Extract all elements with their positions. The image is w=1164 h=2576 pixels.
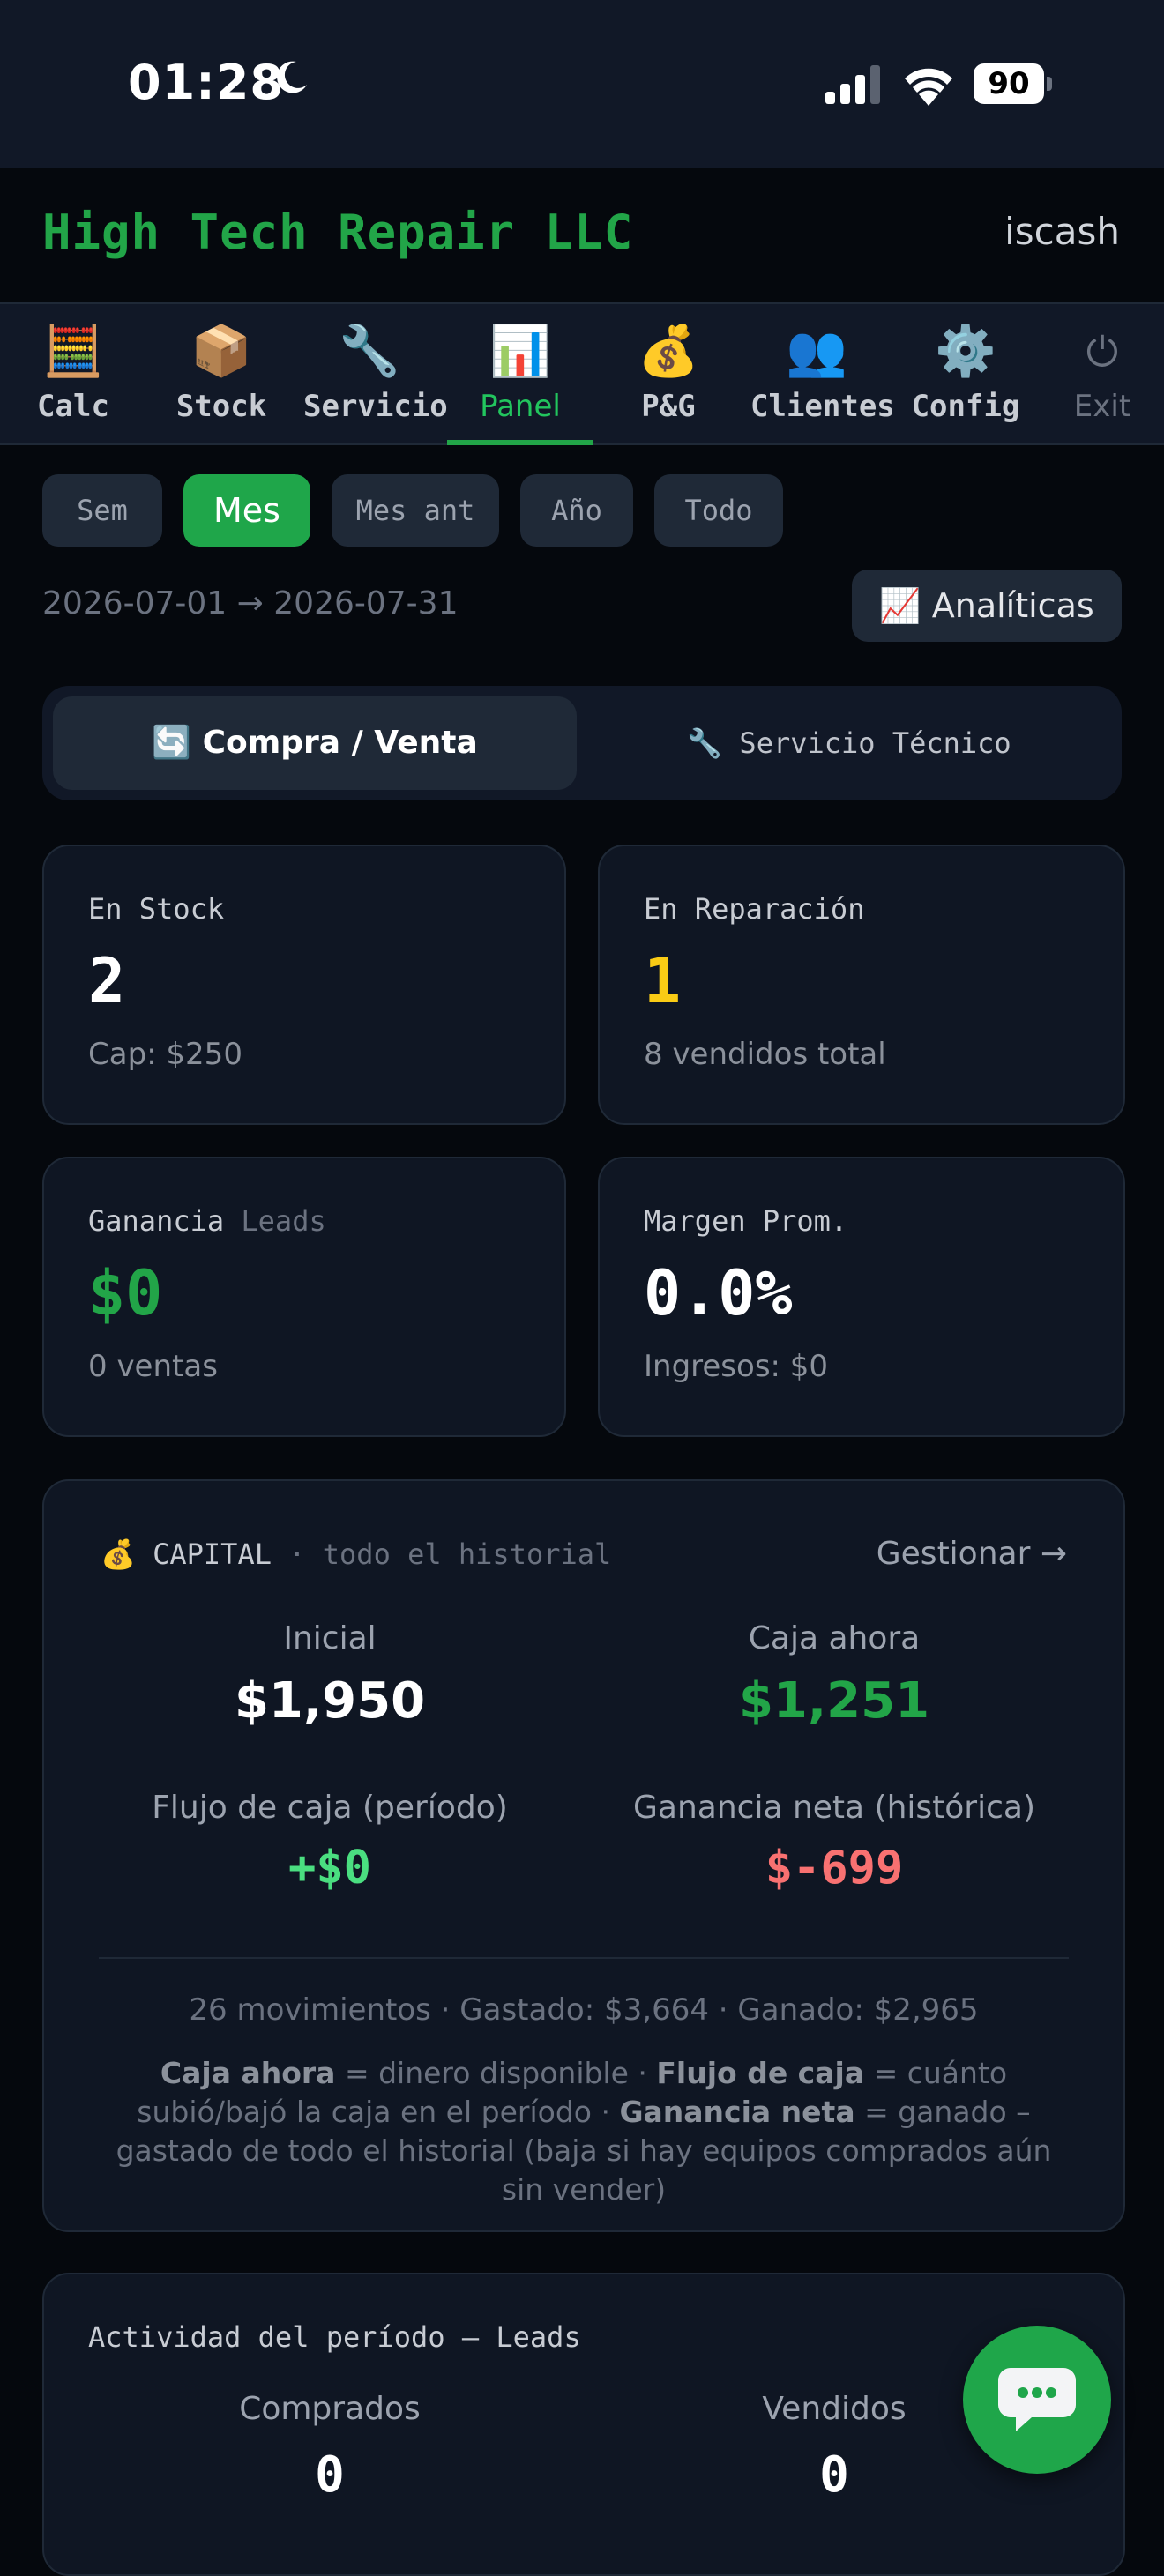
users-icon: 👥	[786, 323, 847, 380]
capital-net: Ganancia neta (histórica) $-699	[587, 1790, 1081, 1895]
nav-label: Calc	[37, 389, 109, 424]
capital-card: 💰 CAPITAL · todo el historial Gestionar …	[42, 1479, 1125, 2232]
capital-net-label: Ganancia neta (histórica)	[633, 1790, 1035, 1826]
money-bag-icon: 💰	[101, 1537, 136, 1571]
battery-cap	[1047, 77, 1052, 91]
capital-flow: Flujo de caja (período) +$0	[83, 1790, 577, 1895]
analytics-button[interactable]: 📈 Analíticas	[852, 570, 1122, 642]
user-name[interactable]: iscash	[1004, 210, 1120, 253]
nav-exit[interactable]: ⏻ Exit	[1037, 304, 1164, 443]
capital-divider	[99, 1957, 1069, 1959]
capital-note: Caja ahora = dinero disponible · Flujo d…	[97, 2054, 1071, 2209]
capital-subtitle: · todo el historial	[288, 1537, 612, 1571]
period-sem[interactable]: Sem	[42, 474, 162, 547]
capital-title: CAPITAL	[153, 1537, 272, 1571]
capital-flow-value: +$0	[288, 1842, 371, 1895]
activity-bought: Comprados 0	[83, 2391, 577, 2504]
note-term: Ganancia neta	[619, 2095, 855, 2129]
period-mes[interactable]: Mes	[183, 474, 310, 547]
capital-cash-value: $1,251	[738, 1672, 930, 1730]
nav-servicio[interactable]: 🔧 Servicio	[303, 304, 448, 443]
activity-bought-value: 0	[315, 2446, 345, 2504]
package-icon: 📦	[190, 323, 252, 380]
nav-calc[interactable]: 🧮 Calc	[7, 304, 139, 443]
card-margen: Margen Prom. 0.0% Ingresos: $0	[598, 1157, 1125, 1437]
note-text: = dinero disponible ·	[335, 2056, 657, 2090]
card-label: Margen Prom.	[644, 1204, 848, 1238]
status-bar: 01:28 90	[0, 0, 1164, 168]
gear-icon: ⚙️	[935, 323, 996, 380]
card-value: 0.0%	[644, 1257, 793, 1329]
capital-initial-value: $1,950	[234, 1672, 426, 1730]
period-ano[interactable]: Año	[520, 474, 633, 547]
card-label-tag: Leads	[241, 1204, 326, 1238]
chat-fab-button[interactable]	[963, 2326, 1111, 2474]
card-sub: 0 ventas	[88, 1349, 218, 1384]
chat-bubble-icon	[998, 2368, 1076, 2431]
capital-summary: 26 movimientos · Gastado: $3,664 · Ganad…	[189, 1992, 979, 2028]
brand-title: High Tech Repair LLC	[42, 205, 634, 260]
money-bag-icon: 💰	[638, 323, 699, 380]
date-range: 2026-07-01 → 2026-07-31	[42, 585, 459, 622]
wifi-icon	[905, 68, 952, 106]
card-label: En Reparación	[644, 892, 865, 926]
segment-servicio-tecnico[interactable]: 🔧 Servicio Técnico	[587, 696, 1111, 790]
card-value: 1	[644, 945, 682, 1017]
cellular-signal-icon	[825, 65, 880, 104]
card-sub: 8 vendidos total	[644, 1037, 886, 1072]
segment-compra-venta[interactable]: 🔄 Compra / Venta	[53, 696, 577, 790]
activity-title: Actividad del período — Leads	[88, 2320, 581, 2354]
abacus-icon: 🧮	[42, 323, 104, 380]
card-sub: Ingresos: $0	[644, 1349, 829, 1384]
status-time: 01:28	[128, 55, 284, 110]
nav-label: Clientes	[750, 389, 895, 424]
nav-config[interactable]: ⚙️ Config	[899, 304, 1032, 443]
period-mes-ant[interactable]: Mes ant	[332, 474, 499, 547]
capital-cash: Caja ahora $1,251	[587, 1620, 1081, 1730]
nav-label: P&G	[641, 389, 696, 424]
bar-chart-icon: 📊	[489, 323, 551, 380]
activity-card: Actividad del período — Leads Comprados …	[42, 2273, 1125, 2576]
moon-icon	[277, 61, 307, 93]
card-label-text: Ganancia	[88, 1204, 225, 1238]
capital-net-value: $-699	[765, 1842, 904, 1895]
period-todo[interactable]: Todo	[654, 474, 783, 547]
mode-segment: 🔄 Compra / Venta 🔧 Servicio Técnico	[42, 686, 1122, 800]
wrench-icon: 🔧	[339, 323, 400, 380]
capital-header: 💰 CAPITAL · todo el historial	[101, 1537, 611, 1571]
card-label: En Stock	[88, 892, 225, 926]
top-nav: 🧮 Calc 📦 Stock 🔧 Servicio 📊 Panel 💰 P&G …	[0, 302, 1164, 445]
note-term: Flujo de caja	[656, 2056, 865, 2090]
card-value: 2	[88, 945, 126, 1017]
power-icon: ⏻	[1086, 328, 1119, 376]
nav-clientes[interactable]: 👥 Clientes	[750, 304, 895, 443]
battery-level: 90	[974, 63, 1044, 104]
nav-label: Servicio	[303, 389, 448, 424]
note-term: Caja ahora	[160, 2056, 336, 2090]
card-en-stock: En Stock 2 Cap: $250	[42, 845, 566, 1125]
nav-label: Config	[911, 389, 1020, 424]
battery-indicator: 90	[974, 63, 1053, 104]
capital-flow-label: Flujo de caja (período)	[152, 1790, 508, 1826]
capital-initial-label: Inicial	[283, 1620, 377, 1657]
card-en-reparacion: En Reparación 1 8 vendidos total	[598, 845, 1125, 1125]
card-sub: Cap: $250	[88, 1037, 242, 1072]
nav-label: Panel	[480, 389, 561, 424]
nav-panel[interactable]: 📊 Panel	[447, 304, 593, 445]
capital-initial: Inicial $1,950	[83, 1620, 577, 1730]
card-value: $0	[88, 1257, 163, 1329]
capital-cash-label: Caja ahora	[748, 1620, 921, 1657]
activity-bought-label: Comprados	[239, 2391, 421, 2427]
nav-label: Stock	[175, 389, 267, 424]
nav-stock[interactable]: 📦 Stock	[155, 304, 287, 443]
card-label: Ganancia Leads	[88, 1204, 326, 1238]
card-ganancia: Ganancia Leads $0 0 ventas	[42, 1157, 566, 1437]
manage-capital-link[interactable]: Gestionar →	[877, 1536, 1067, 1572]
nav-pyg[interactable]: 💰 P&G	[602, 304, 735, 443]
nav-label: Exit	[1073, 389, 1131, 424]
